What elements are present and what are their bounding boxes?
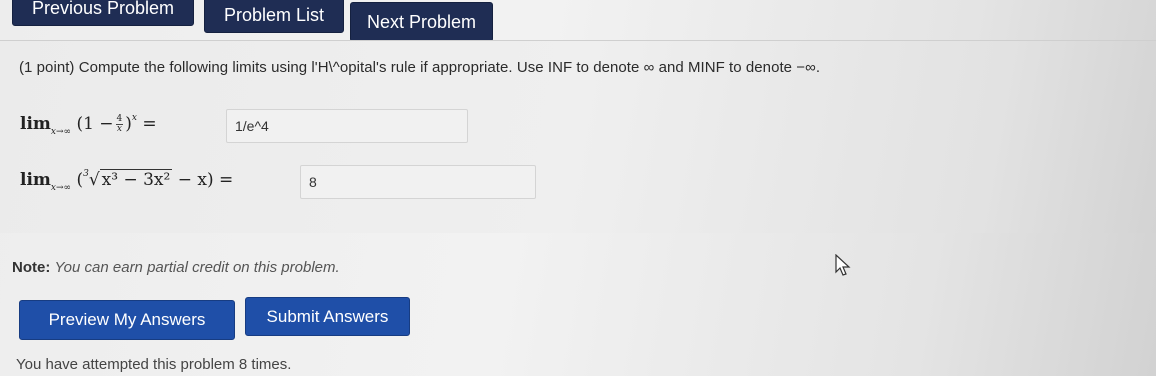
partial-credit-note: Note: You can earn partial credit on thi… (12, 259, 340, 276)
points-label: (1 point) (19, 59, 75, 76)
previous-problem-button[interactable]: Previous Problem (12, 0, 194, 26)
fraction: 4x (115, 114, 124, 134)
problem-body: (1 point) Compute the following limits u… (0, 40, 1156, 233)
limit-2-expression: limx→∞ (3√ x³ − 3x² − x) = (20, 169, 234, 193)
answer-input-2[interactable]: 8 (300, 165, 536, 199)
limit-1-expression: limx→∞ (1 −4 x)x = (20, 113, 157, 137)
submit-answers-button[interactable]: Submit Answers (245, 297, 410, 336)
next-problem-button[interactable]: Next Problem (350, 2, 493, 42)
preview-answers-button[interactable]: Preview My Answers (19, 300, 235, 340)
root-index: 3 (83, 169, 89, 179)
problem-statement: (1 point) Compute the following limits u… (19, 59, 820, 76)
statement-text: Compute the following limits using l'H\^… (78, 59, 821, 76)
attempts-message: You have attempted this problem 8 times. (16, 356, 292, 373)
mouse-pointer-icon (835, 254, 851, 276)
problem-list-button[interactable]: Problem List (204, 0, 344, 33)
problem-navigation: Previous Problem Problem List Next Probl… (0, 0, 1156, 44)
answer-input-1[interactable]: 1/e^4 (226, 109, 468, 143)
radicand: x³ − 3x² (99, 169, 173, 190)
